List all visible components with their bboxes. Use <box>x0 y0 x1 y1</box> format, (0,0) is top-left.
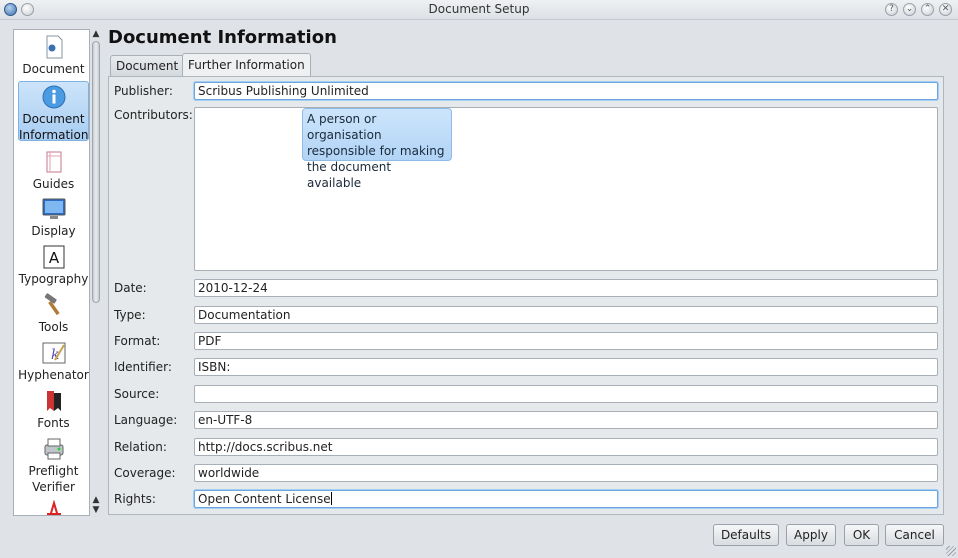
sidebar-item-typography[interactable]: A Typography <box>18 242 89 288</box>
preflight-icon <box>44 438 63 460</box>
tooltip: A person or organisation responsible for… <box>302 108 452 190</box>
hyphenator-icon: k <box>42 342 65 364</box>
maximize-icon[interactable]: ⌃ <box>921 3 934 16</box>
sidebar-item-guides[interactable]: Guides <box>18 147 89 193</box>
fonts-icon <box>46 391 61 411</box>
scroll-down-icon[interactable]: ▼ <box>90 505 102 516</box>
identifier-label: Identifier: <box>114 360 172 374</box>
settings-sidebar: Document Document Information Guides Dis… <box>13 29 90 516</box>
tools-icon <box>44 293 60 316</box>
ok-button[interactable]: OK <box>844 524 879 546</box>
info-icon <box>42 85 65 109</box>
source-label: Source: <box>114 387 160 401</box>
guides-icon <box>46 151 61 173</box>
display-icon <box>42 198 65 219</box>
type-field[interactable]: Documentation <box>194 306 938 324</box>
rights-field[interactable]: Open Content License <box>194 490 938 508</box>
language-label: Language: <box>114 413 178 427</box>
sidebar-scrollbar[interactable]: ▲ ▲ ▼ <box>90 29 102 516</box>
format-label: Format: <box>114 334 161 348</box>
source-field[interactable] <box>194 385 938 403</box>
cancel-button[interactable]: Cancel <box>885 524 944 546</box>
sidebar-item-hyphenator[interactable]: k Hyphenator <box>18 338 89 384</box>
minimize-icon[interactable]: ⌄ <box>903 3 916 16</box>
relation-field[interactable]: http://docs.scribus.net <box>194 438 938 456</box>
contributors-label: Contributors: <box>114 108 193 122</box>
page-title: Document Information <box>108 27 337 48</box>
relation-label: Relation: <box>114 440 167 454</box>
rights-label: Rights: <box>114 492 156 506</box>
coverage-field[interactable]: worldwide <box>194 464 938 482</box>
sidebar-item-document-information[interactable]: Document Information <box>18 81 89 142</box>
date-label: Date: <box>114 281 147 295</box>
type-label: Type: <box>114 308 146 322</box>
tab-document[interactable]: Document <box>110 55 185 76</box>
sidebar-item-display[interactable]: Display <box>18 194 89 240</box>
sidebar-item-preflight-verifier[interactable]: Preflight Verifier <box>18 434 89 496</box>
pdf-icon <box>46 500 61 515</box>
coverage-label: Coverage: <box>114 466 176 480</box>
format-field[interactable]: PDF <box>194 332 938 350</box>
resize-grip[interactable] <box>946 546 956 556</box>
scroll-up-icon[interactable]: ▲ <box>90 29 102 40</box>
title-bar: Document Setup ? ⌄ ⌃ ✕ <box>0 0 958 20</box>
sidebar-item-document[interactable]: Document <box>18 32 89 80</box>
sidebar-item-tools[interactable]: Tools <box>18 290 89 336</box>
sidebar-item-fonts[interactable]: Fonts <box>18 386 89 432</box>
tab-further-information[interactable]: Further Information <box>182 53 311 77</box>
typography-icon: A <box>43 245 64 269</box>
document-icon <box>46 35 62 59</box>
publisher-label: Publisher: <box>114 84 173 98</box>
svg-text:A: A <box>48 249 59 267</box>
scrollbar-thumb[interactable] <box>92 41 100 303</box>
rights-value: Open Content License <box>198 492 331 506</box>
scroll-up-icon-bottom[interactable]: ▲ <box>90 495 102 505</box>
publisher-field[interactable]: Scribus Publishing Unlimited <box>194 82 938 100</box>
help-icon[interactable]: ? <box>885 3 898 16</box>
date-field[interactable]: 2010-12-24 <box>194 279 938 297</box>
close-icon[interactable]: ✕ <box>939 3 952 16</box>
sidebar-item-pdf-partial[interactable] <box>18 498 89 515</box>
identifier-field[interactable]: ISBN: <box>194 358 938 376</box>
window-title: Document Setup <box>428 2 530 16</box>
defaults-button[interactable]: Defaults <box>713 524 779 546</box>
language-field[interactable]: en-UTF-8 <box>194 411 938 429</box>
apply-button[interactable]: Apply <box>786 524 836 546</box>
text-caret <box>330 492 332 505</box>
